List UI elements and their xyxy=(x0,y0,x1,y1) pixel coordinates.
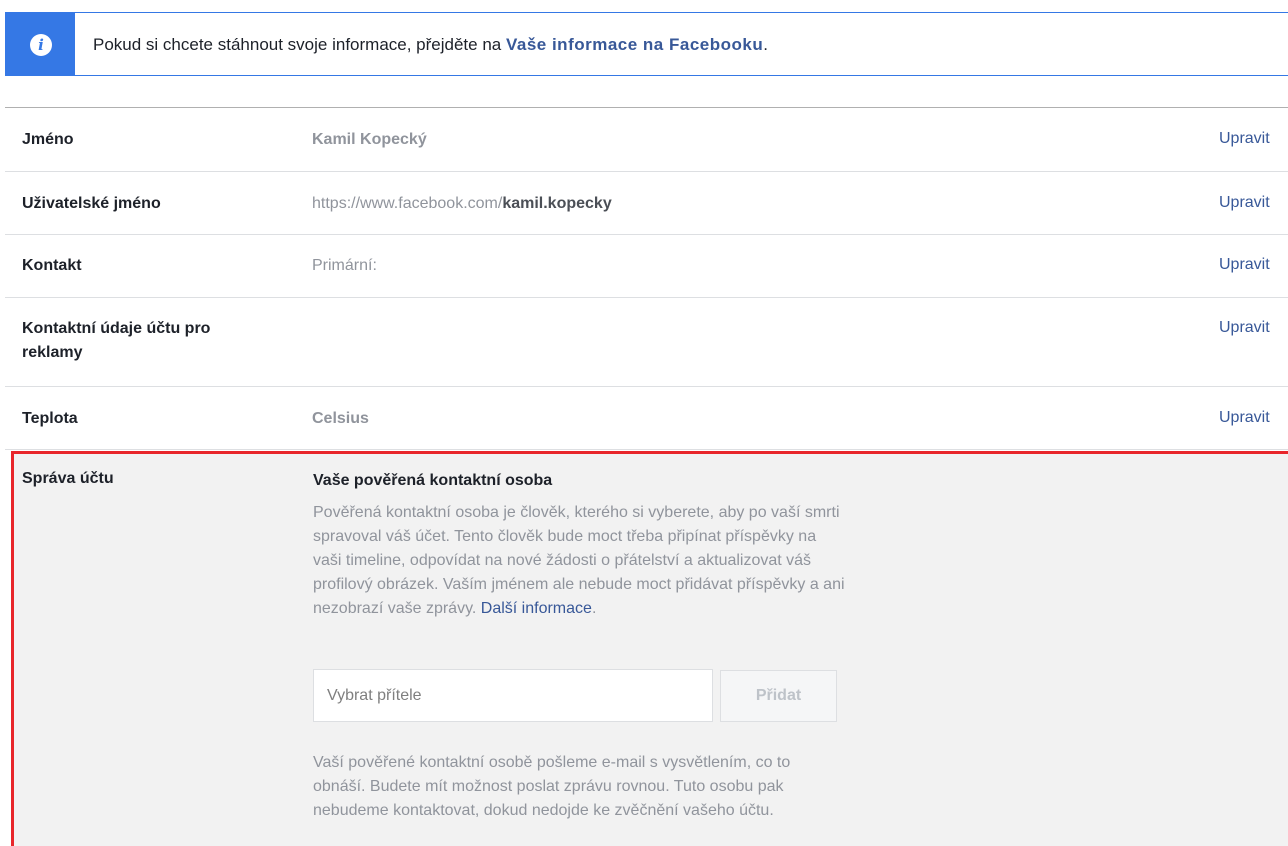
account-management-label: Správa účtu xyxy=(22,470,114,487)
row-label-line: Kontaktní údaje účtu pro xyxy=(22,320,211,337)
settings-row-contact[interactable]: Kontakt Primární: Upravit xyxy=(5,235,1288,298)
description-line: profilový obrázek. Vaším jménem ale nebu… xyxy=(313,576,845,593)
settings-row-username[interactable]: Uživatelské jméno https://www.facebook.c… xyxy=(5,172,1288,235)
info-banner: i Pokud si chcete stáhnout svoje informa… xyxy=(5,12,1288,76)
account-management-section: Správa účtu Vaše pověřená kontaktní osob… xyxy=(11,451,1288,846)
edit-temperature-link[interactable]: Upravit xyxy=(1219,406,1270,430)
description-line: spravoval váš účet. Tento člověk bude mo… xyxy=(313,528,817,545)
description-line-last: nezobrazí vaše zprávy. Další informace. xyxy=(313,597,1013,621)
info-banner-text: Pokud si chcete stáhnout svoje informace… xyxy=(93,35,768,55)
row-label: Uživatelské jméno xyxy=(22,195,161,212)
row-label-line: reklamy xyxy=(22,344,83,361)
your-facebook-information-link[interactable]: Vaše informace na Facebooku xyxy=(506,35,763,54)
info-icon-box: i xyxy=(6,13,75,75)
edit-contact-link[interactable]: Upravit xyxy=(1219,253,1270,277)
choose-friend-input[interactable] xyxy=(313,669,713,722)
row-label: Jméno xyxy=(22,131,74,148)
settings-row-ad-contact[interactable]: Kontaktní údaje účtu pro reklamy Upravit xyxy=(5,298,1288,387)
row-label: Kontakt xyxy=(22,257,82,274)
description-line: Pověřená kontaktní osoba je člověk, kter… xyxy=(313,504,840,521)
row-value: Celsius xyxy=(312,410,369,427)
note-line: obnáší. Budete mít možnost poslat zprávu… xyxy=(313,778,784,795)
settings-row-name[interactable]: Jméno Kamil Kopecký Upravit xyxy=(5,108,1288,172)
row-label: Kontaktní údaje účtu pro reklamy xyxy=(22,317,210,365)
note-line: Vaší pověřené kontaktní osobě pošleme e-… xyxy=(313,754,791,771)
row-value: Kamil Kopecký xyxy=(312,131,427,148)
settings-row-temperature[interactable]: Teplota Celsius Upravit xyxy=(5,387,1288,450)
edit-ad-contact-link[interactable]: Upravit xyxy=(1219,316,1270,340)
username-url-prefix: https://www.facebook.com/ xyxy=(312,195,503,212)
banner-message: Pokud si chcete stáhnout svoje informace… xyxy=(93,35,506,54)
add-legacy-contact-button[interactable]: Přidat xyxy=(720,670,837,722)
description-line: nezobrazí vaše zprávy. xyxy=(313,600,481,617)
row-value: Primární: xyxy=(312,257,377,274)
info-icon: i xyxy=(30,34,52,56)
legacy-contact-note: Vaší pověřené kontaktní osobě pošleme e-… xyxy=(313,751,790,823)
legacy-contact-title: Vaše pověřená kontaktní osoba xyxy=(313,472,553,489)
edit-username-link[interactable]: Upravit xyxy=(1219,191,1270,215)
note-line: nebudeme kontaktovat, dokud nedojde ke z… xyxy=(313,802,774,819)
row-value: https://www.facebook.com/kamil.kopecky xyxy=(312,192,612,216)
username-handle: kamil.kopecky xyxy=(502,195,612,212)
description-suffix: . xyxy=(591,600,597,617)
legacy-contact-description: Pověřená kontaktní osoba je člověk, kter… xyxy=(313,501,1013,621)
learn-more-link[interactable]: Další informace xyxy=(481,600,592,617)
banner-suffix: . xyxy=(763,35,768,54)
description-line: vaši timeline, odpovídat na nové žádosti… xyxy=(313,552,812,569)
edit-name-link[interactable]: Upravit xyxy=(1219,127,1270,151)
row-label: Teplota xyxy=(22,410,78,427)
